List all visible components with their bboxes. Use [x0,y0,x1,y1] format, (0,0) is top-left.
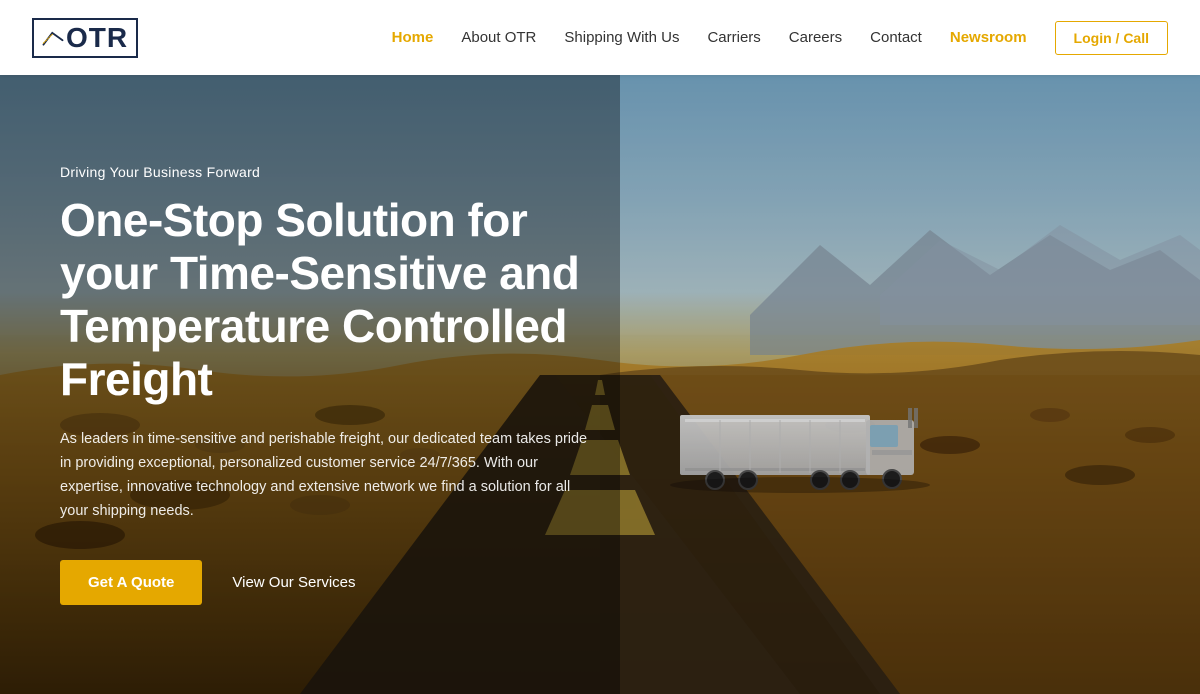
nav-item-about[interactable]: About OTR [461,29,536,46]
nav-item-newsroom[interactable]: Newsroom [950,29,1027,46]
hero-title: One-Stop Solution for your Time-Sensitiv… [60,194,620,406]
nav-item-careers[interactable]: Careers [789,29,842,46]
logo-text: OTR [66,24,128,52]
hero-content: Driving Your Business Forward One-Stop S… [0,75,680,694]
view-services-button[interactable]: View Our Services [232,574,355,591]
logo[interactable]: OTR [32,18,138,58]
get-quote-button[interactable]: Get A Quote [60,560,202,605]
nav-item-carriers[interactable]: Carriers [707,29,760,46]
hero-description: As leaders in time-sensitive and perisha… [60,428,600,524]
nav-item-home[interactable]: Home [392,29,434,46]
hero-tagline: Driving Your Business Forward [60,164,620,180]
main-nav: Home About OTR Shipping With Us Carriers… [392,21,1168,55]
login-call-button[interactable]: Login / Call [1055,21,1168,55]
logo-road-icon [42,27,64,49]
hero-section: Driving Your Business Forward One-Stop S… [0,75,1200,694]
nav-item-shipping[interactable]: Shipping With Us [564,29,679,46]
nav-item-contact[interactable]: Contact [870,29,922,46]
site-header: OTR Home About OTR Shipping With Us Carr… [0,0,1200,75]
hero-actions: Get A Quote View Our Services [60,560,620,605]
